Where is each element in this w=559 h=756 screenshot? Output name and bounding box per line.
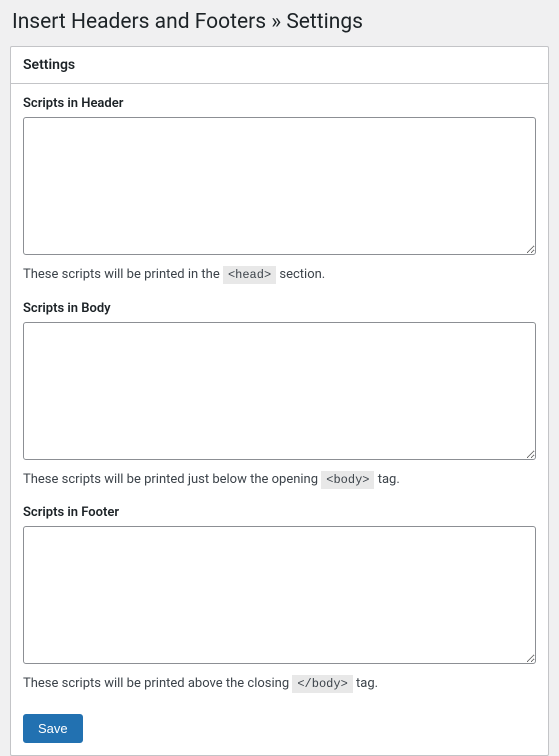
scripts-footer-description: These scripts will be printed above the … — [23, 674, 536, 694]
scripts-body-input[interactable] — [23, 322, 536, 460]
code-body-tag: <body> — [321, 471, 374, 489]
scripts-header-description: These scripts will be printed in the <he… — [23, 265, 536, 285]
desc-text: These scripts will be printed above the … — [23, 676, 292, 691]
desc-text: tag. — [374, 472, 399, 487]
page-title: Insert Headers and Footers » Settings — [10, 10, 549, 34]
desc-text: These scripts will be printed in the — [23, 267, 223, 282]
scripts-header-label: Scripts in Header — [23, 96, 536, 111]
panel-title: Settings — [23, 57, 536, 73]
scripts-header-input[interactable] — [23, 117, 536, 255]
panel-header: Settings — [11, 47, 548, 84]
scripts-body-label: Scripts in Body — [23, 301, 536, 316]
scripts-footer-group: Scripts in Footer These scripts will be … — [23, 505, 536, 694]
panel-body: Scripts in Header These scripts will be … — [11, 84, 548, 755]
scripts-footer-label: Scripts in Footer — [23, 505, 536, 520]
scripts-header-group: Scripts in Header These scripts will be … — [23, 96, 536, 285]
desc-text: These scripts will be printed just below… — [23, 472, 321, 487]
scripts-footer-input[interactable] — [23, 526, 536, 664]
code-body-close-tag: </body> — [292, 675, 352, 693]
code-head-tag: <head> — [223, 266, 276, 284]
save-button[interactable]: Save — [23, 714, 83, 743]
desc-text: section. — [276, 267, 325, 282]
settings-panel: Settings Scripts in Header These scripts… — [10, 46, 549, 756]
scripts-body-description: These scripts will be printed just below… — [23, 470, 536, 490]
scripts-body-group: Scripts in Body These scripts will be pr… — [23, 301, 536, 490]
desc-text: tag. — [353, 676, 378, 691]
